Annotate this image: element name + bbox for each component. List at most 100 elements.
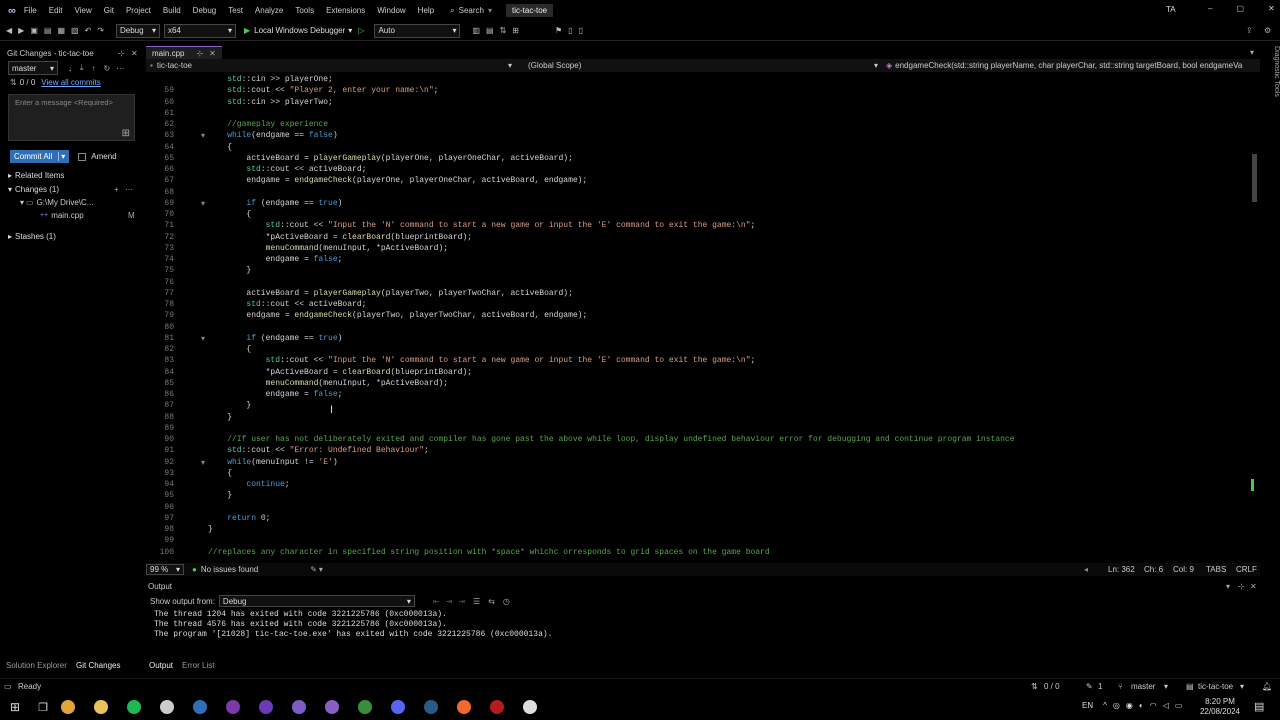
debug-mode-select[interactable]: Auto ▾ [374,23,461,38]
push-icon[interactable]: ↑ [92,64,96,73]
tab-output[interactable]: Output [149,661,173,670]
related-items-header[interactable]: ▸ Related Items [0,169,142,182]
code-line[interactable]: 81 if (endgame == true) [146,333,1015,344]
output-icon-c[interactable]: ⇥ [458,597,465,606]
changes-header[interactable]: ▾ Changes (1) + ⋯ [0,182,142,196]
windows-start-icon[interactable]: ⊞ [10,700,20,714]
discord-icon[interactable] [388,697,408,717]
menu-help[interactable]: Help [418,6,434,15]
visual-studio-icon[interactable] [322,697,342,717]
files-icon[interactable] [91,697,111,717]
battery-icon[interactable]: ▭ [1175,701,1183,710]
code-line[interactable]: 68 [146,187,1015,198]
run-button[interactable]: ▶ Local Windows Debugger ▾ [244,26,352,35]
code-line[interactable]: 89 [146,423,1015,434]
menu-build[interactable]: Build [163,6,181,15]
pycharm-icon[interactable] [355,697,375,717]
menu-file[interactable]: File [24,6,37,15]
code-area[interactable]: ▾ ▾ ▾ ▾ std::cin >> playerOne; 59 std::co… [146,74,1250,562]
new-file-icon[interactable]: ▣ [30,26,38,35]
view-all-commits-link[interactable]: View all commits [41,78,100,87]
code-line[interactable]: 96 [146,502,1015,513]
menu-analyze[interactable]: Analyze [255,6,283,15]
menu-git[interactable]: Git [104,6,114,15]
code-line[interactable]: 65 activeBoard = playerGameplay(playerOn… [146,153,1015,164]
scroll-left-icon[interactable]: ◂ [1084,565,1088,574]
save-all-icon[interactable]: ▧ [71,26,79,35]
sync-arrows-icon[interactable]: ⇅ [1031,682,1038,691]
code-line[interactable]: 60 std::cin >> playerTwo; [146,97,1015,108]
vscode-blue-icon[interactable] [190,697,210,717]
toolbar-icon-b[interactable]: ▤ [486,26,494,35]
code-line[interactable]: 99 [146,535,1015,546]
back-icon[interactable]: ◀ [6,26,12,35]
code-line[interactable]: 84 *pActiveBoard = clearBoard(blueprintB… [146,367,1015,378]
code-line[interactable]: 70 { [146,209,1015,220]
open-file-icon[interactable]: ▤ [44,26,52,35]
tab-main-cpp[interactable]: main.cpp ⊹ ✕ [146,46,222,59]
output-icon-a[interactable]: ⇤ [433,597,440,606]
more-icon[interactable]: ⋯ [125,185,133,194]
settings-icon[interactable]: ⚙ [1264,26,1271,35]
fetch-icon[interactable]: ↓ [68,64,72,73]
code-line[interactable]: 67 endgame = endgameCheck(playerOne, pla… [146,175,1015,186]
word-wrap-icon[interactable]: ⇆ [488,597,495,606]
code-line[interactable]: 66 std::cout << activeBoard; [146,164,1015,175]
code-line[interactable]: 93 { [146,468,1015,479]
menu-test[interactable]: Test [228,6,243,15]
steam-icon[interactable] [421,697,441,717]
code-line[interactable]: 80 [146,322,1015,333]
expand-icon[interactable]: ⊞ [122,128,130,139]
toolbar-icon-d[interactable]: ⊞ [512,26,519,35]
code-line[interactable]: 98} [146,524,1015,535]
diagnostic-tools-rail[interactable]: Diagnostic Tools [1262,46,1280,106]
close-icon[interactable]: ✕ [131,49,138,58]
code-line[interactable]: 64 { [146,142,1015,153]
code-line[interactable]: 95 } [146,490,1015,501]
menu-project[interactable]: Project [126,6,151,15]
dropdown-icon[interactable]: ▾ [1226,582,1230,591]
brave-icon[interactable] [454,697,474,717]
menu-edit[interactable]: Edit [49,6,63,15]
code-line[interactable]: 77 activeBoard = playerGameplay(playerTw… [146,288,1015,299]
code-line[interactable]: 90 //If user has not deliberately exited… [146,434,1014,445]
close-icon[interactable]: ✕ [209,49,216,58]
close-icon[interactable]: ✕ [1250,582,1257,591]
menu-window[interactable]: Window [377,6,405,15]
code-line[interactable]: 88 } [146,412,1015,423]
minimize-icon[interactable]: – [1208,4,1212,13]
commit-all-button[interactable]: Commit All ▾ [10,150,70,163]
code-line[interactable]: 78 std::cout << activeBoard; [146,299,1015,310]
output-source-select[interactable]: Debug ▾ [218,595,415,607]
code-line[interactable]: 73 menuCommand(menuInput, *pActiveBoard)… [146,243,1015,254]
stage-all-icon[interactable]: + [114,185,119,194]
redo-icon[interactable]: ↷ [97,26,104,35]
maximize-icon[interactable]: ▢ [1236,4,1244,13]
code-line[interactable]: 76 [146,277,1015,288]
volume-icon[interactable]: ◁ [1163,701,1169,710]
toolbar-icon-c[interactable]: ⇅ [500,26,507,35]
code-line[interactable]: std::cin >> playerOne; [146,74,1015,85]
chrome-icon[interactable] [58,697,78,717]
branch-select[interactable]: master ▾ [8,61,58,75]
tray-icon-b[interactable]: ◉ [1126,701,1133,710]
search-box[interactable]: ⌕ Search ▾ [450,6,492,16]
forward-icon[interactable]: ▶ [18,26,24,35]
toolbar-icon-a[interactable]: ▥ [472,26,480,35]
app-white-icon[interactable] [520,697,540,717]
toolbar-icon-f[interactable]: ▯ [579,26,583,35]
menu-extensions[interactable]: Extensions [326,6,365,15]
output-text[interactable]: The thread 1204 has exited with code 322… [154,610,1260,640]
vertical-scrollbar[interactable] [1250,74,1260,562]
member-dropdown[interactable]: ◈ endgameCheck(std::string playerName, c… [886,61,1246,70]
code-line[interactable]: 97 return 0; [146,513,1015,524]
code-line[interactable]: 74 endgame = false; [146,254,1015,265]
task-view-icon[interactable]: ❐ [38,701,48,714]
tab-git-changes[interactable]: Git Changes [76,661,120,670]
code-line[interactable]: 83 std::cout << "Input the 'N' command t… [146,355,1015,366]
pin-icon[interactable]: ⊹ [118,49,125,58]
start-without-debug-icon[interactable]: ▷ [358,26,364,35]
toolbar-icon-e[interactable]: ▯ [568,26,572,35]
sync-icon[interactable]: ↻ [104,64,111,73]
app-purple-icon[interactable] [256,697,276,717]
